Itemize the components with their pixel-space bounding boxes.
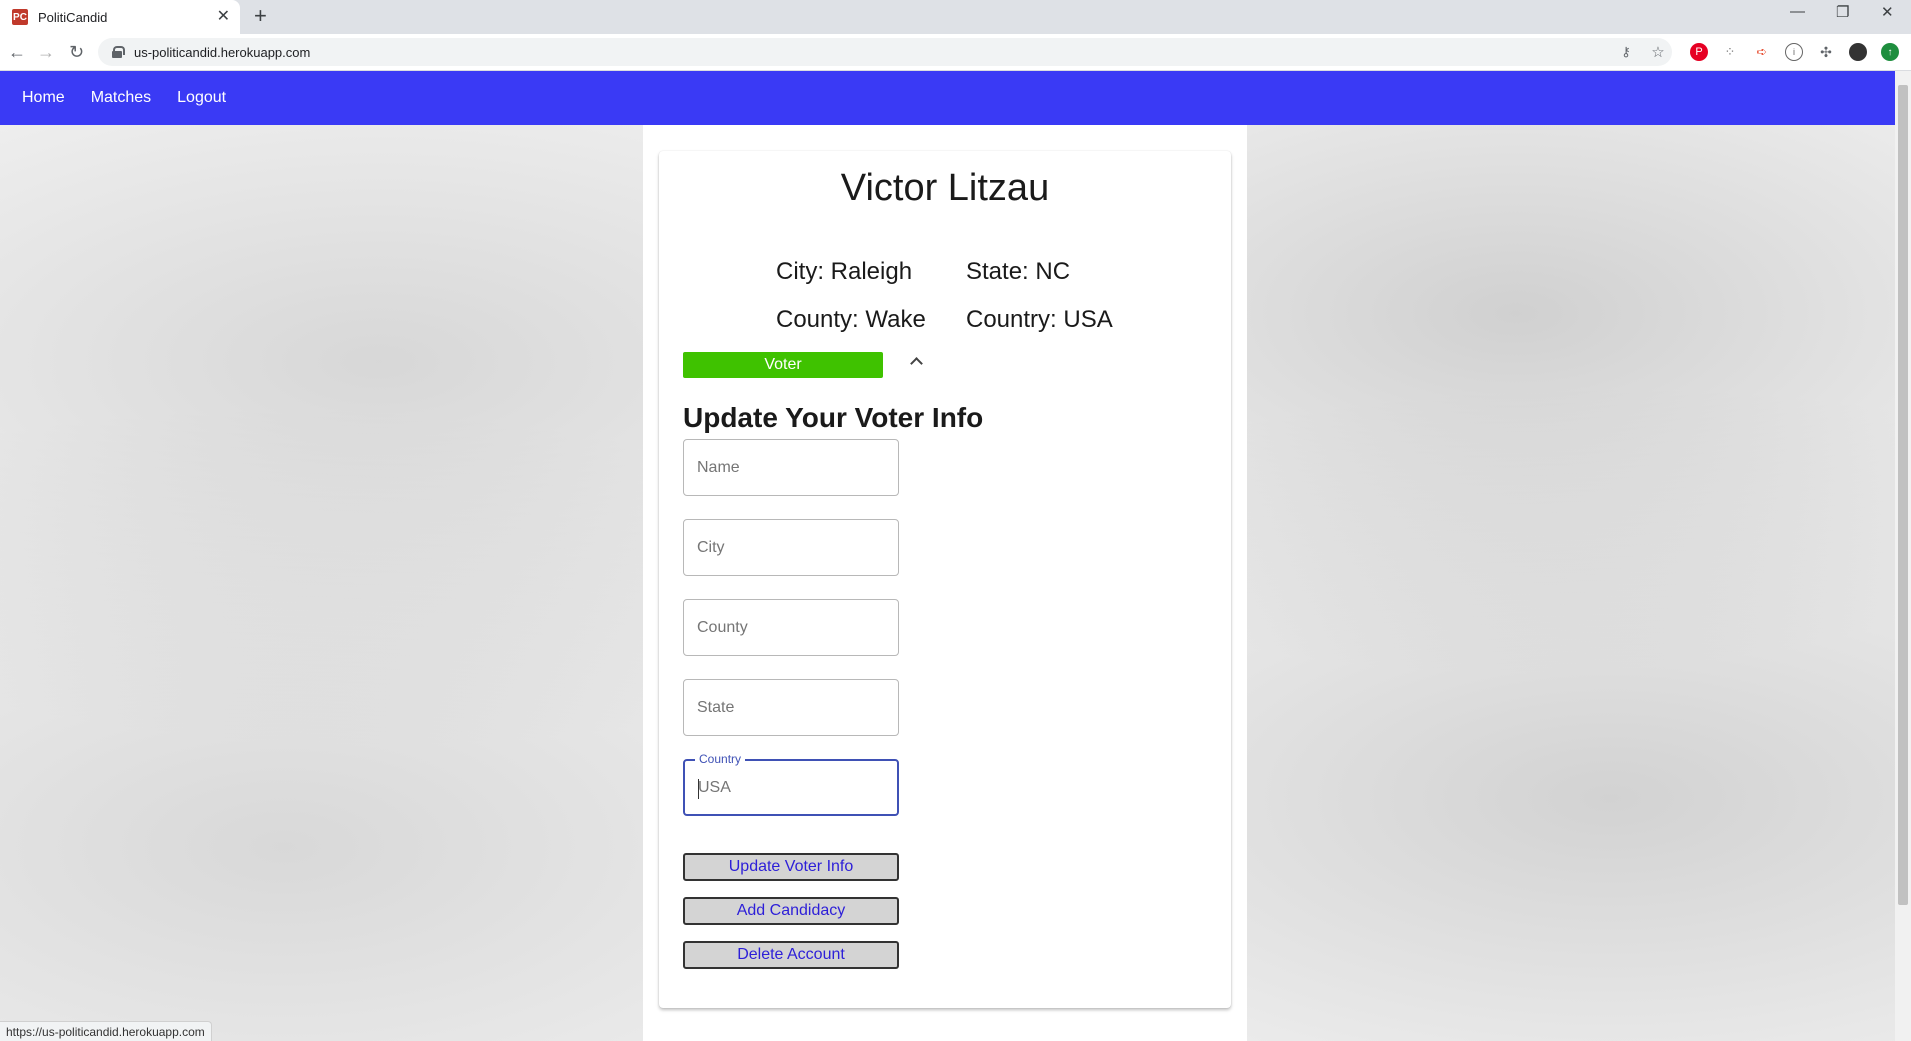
url-text: us-politicandid.herokuapp.com — [134, 44, 311, 60]
country-field-label: Country — [695, 752, 746, 766]
scrollbar-thumb[interactable] — [1898, 85, 1908, 905]
site-favicon-icon: PC — [12, 9, 28, 25]
star-icon[interactable]: ☆ — [1649, 43, 1667, 61]
city-field-wrapper — [683, 519, 899, 576]
address-bar: ← → ↻ us-politicandid.herokuapp.com ⚷ ☆ … — [0, 34, 1911, 71]
name-field-wrapper — [683, 439, 899, 496]
tab-close-icon[interactable]: ✕ — [217, 8, 230, 26]
reload-icon[interactable]: ↻ — [69, 42, 84, 62]
update-voter-info-button[interactable]: Update Voter Info — [683, 853, 899, 881]
name-input[interactable] — [684, 440, 898, 495]
nav-home-link[interactable]: Home — [22, 89, 65, 107]
key-icon[interactable]: ⚷ — [1617, 43, 1635, 61]
update-icon[interactable]: ↑ — [1881, 43, 1899, 61]
country-input[interactable] — [685, 761, 897, 814]
minimize-icon[interactable]: — — [1790, 3, 1805, 20]
nav-matches-link[interactable]: Matches — [91, 89, 151, 107]
state-input[interactable] — [684, 680, 898, 735]
close-window-icon[interactable]: ✕ — [1881, 3, 1894, 21]
add-candidacy-button[interactable]: Add Candidacy — [683, 897, 899, 925]
forward-icon[interactable]: → — [37, 42, 55, 62]
county-info: County: Wake — [776, 306, 926, 333]
country-info: Country: USA — [966, 306, 1113, 333]
voter-name: Victor Litzau — [840, 167, 1050, 209]
role-badge: Voter — [683, 352, 883, 378]
delete-account-button[interactable]: Delete Account — [683, 941, 899, 969]
text-caret — [698, 779, 699, 799]
new-tab-icon[interactable]: + — [254, 4, 267, 28]
lock-icon — [112, 46, 125, 58]
city-input[interactable] — [684, 520, 898, 575]
state-field-wrapper — [683, 679, 899, 736]
state-info: State: NC — [966, 258, 1071, 285]
puzzle-icon[interactable]: ✣ — [1817, 43, 1835, 61]
city-info: City: Raleigh — [776, 258, 913, 285]
url-field[interactable]: us-politicandid.herokuapp.com — [98, 38, 1672, 66]
back-icon[interactable]: ← — [8, 42, 26, 62]
profile-card: Victor Litzau City: Raleigh State: NC Co… — [659, 151, 1231, 1008]
page-scrollbar[interactable] — [1895, 71, 1911, 1041]
chevron-up-icon[interactable] — [909, 353, 923, 367]
tab-title: PolitiCandid — [38, 9, 108, 25]
page-background: Home Matches Logout Victor Litzau City: … — [0, 71, 1895, 1041]
restore-icon[interactable]: ❐ — [1836, 3, 1849, 21]
pinterest-icon[interactable]: P — [1690, 43, 1708, 61]
status-url-bar: https://us-politicandid.herokuapp.com — [0, 1021, 212, 1041]
extension-arrow-icon[interactable]: ➪ — [1753, 43, 1771, 61]
extension-info-icon[interactable]: i — [1785, 43, 1803, 61]
county-field-wrapper — [683, 599, 899, 656]
navbar: Home Matches Logout — [0, 71, 1895, 125]
nav-logout-link[interactable]: Logout — [177, 89, 226, 107]
browser-tabstrip: PC PolitiCandid ✕ + — ❐ ✕ — [0, 0, 1911, 34]
profile-avatar[interactable] — [1849, 43, 1867, 61]
county-input[interactable] — [684, 600, 898, 655]
extension-grid-icon[interactable]: ⁘ — [1721, 43, 1739, 61]
country-field-wrapper: Country — [683, 752, 899, 816]
form-title: Update Your Voter Info — [683, 402, 984, 433]
browser-tab[interactable]: PC PolitiCandid ✕ — [0, 0, 240, 34]
